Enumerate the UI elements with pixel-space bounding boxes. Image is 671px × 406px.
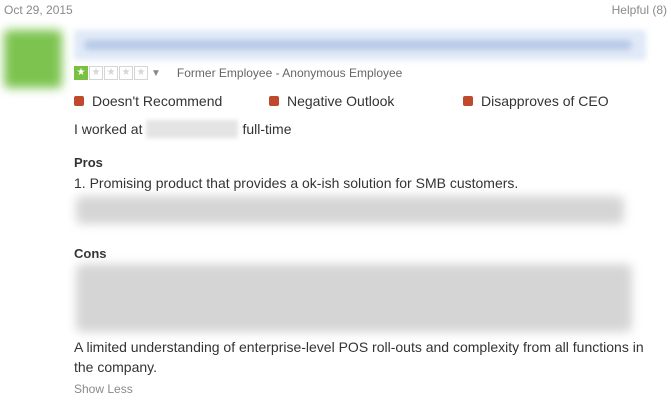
rating-row: ★ ★ ★ ★ ★ ▼ Former Employee - Anonymous … [74,66,402,80]
reviewer-label: Former Employee - Anonymous Employee [176,66,403,80]
red-square-icon [269,96,279,106]
flag-label: Disapproves of CEO [481,93,609,109]
helpful-link[interactable]: Helpful (8) [612,3,667,17]
star-icon: ★ [104,66,118,80]
red-square-icon [74,96,84,106]
star-icon: ★ [89,66,103,80]
cons-heading: Cons [74,246,107,261]
flag-label: Doesn't Recommend [92,93,223,109]
flag-disapproves-ceo: Disapproves of CEO [463,93,609,109]
pros-heading: Pros [74,155,103,170]
company-name-blurred [146,120,239,138]
cons-blurred-text [76,264,632,332]
employment-suffix: full-time [242,121,292,137]
pros-blurred-text [76,196,624,224]
flag-label: Negative Outlook [287,93,395,109]
employment-prefix: I worked at [74,121,143,137]
review-flags: Doesn't Recommend Negative Outlook Disap… [74,93,634,111]
star-icon: ★ [134,66,148,80]
pros-text: 1. Promising product that provides a ok-… [74,175,519,191]
review-date: Oct 29, 2015 [4,3,73,17]
cons-text-line-1: A limited understanding of enterprise-le… [74,339,644,355]
company-logo-blurred [4,30,62,88]
rating-dropdown-icon[interactable]: ▼ [151,68,161,79]
cons-text-line-2: the company. [74,359,158,375]
star-icon: ★ [119,66,133,80]
show-less-link[interactable]: Show Less [74,382,133,396]
star-icon: ★ [74,66,88,80]
red-square-icon [463,96,473,106]
review-title-blurred[interactable] [74,30,646,60]
employment-line: I worked at full-time [74,120,292,138]
flag-negative-outlook: Negative Outlook [269,93,394,109]
flag-doesnt-recommend: Doesn't Recommend [74,93,222,109]
